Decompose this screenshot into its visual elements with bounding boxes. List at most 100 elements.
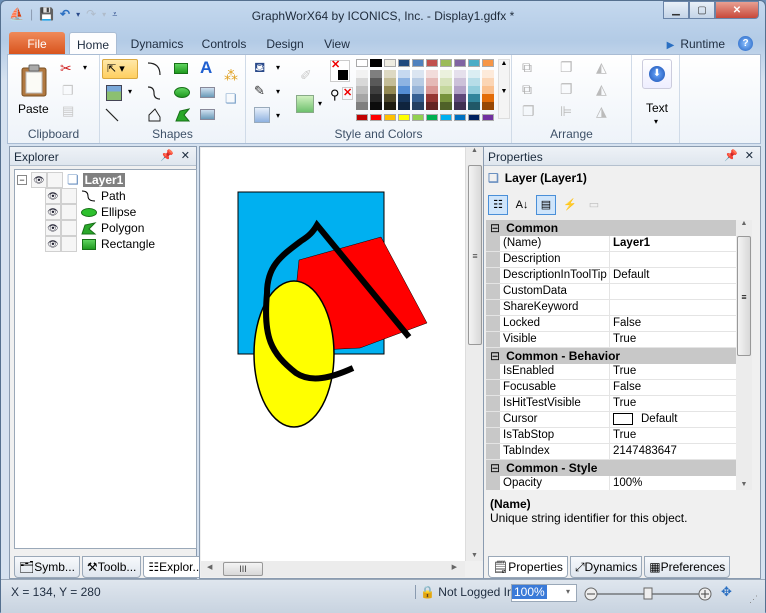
palette-swatch[interactable] bbox=[482, 86, 494, 94]
events-icon[interactable]: ⚡ bbox=[560, 195, 580, 215]
tree-item[interactable]: 👁 Rectangle bbox=[45, 236, 155, 252]
palette-swatch[interactable] bbox=[468, 78, 480, 86]
no-color-icon[interactable]: ✕ bbox=[342, 87, 354, 100]
send-backward-icon[interactable]: ❐ bbox=[560, 81, 573, 98]
tab-view[interactable]: View bbox=[319, 32, 355, 54]
zoom-combobox[interactable]: 100% ▾ bbox=[511, 584, 577, 602]
scroll-left-icon[interactable]: ◀ bbox=[207, 563, 212, 571]
zoom-dropdown-icon[interactable]: ▾ bbox=[564, 587, 572, 596]
palette-swatch[interactable] bbox=[384, 78, 396, 86]
palette-swatch[interactable] bbox=[426, 114, 438, 121]
fit-to-window-icon[interactable]: ✥ bbox=[721, 584, 732, 600]
property-row[interactable]: Visible True bbox=[486, 332, 738, 348]
palette-swatch[interactable] bbox=[454, 78, 466, 86]
ellipse-tool-icon[interactable] bbox=[174, 87, 190, 98]
palette-swatch[interactable] bbox=[482, 114, 494, 121]
tree-item[interactable]: 👁 Polygon bbox=[45, 220, 144, 236]
text-dropdown-icon[interactable]: ▾ bbox=[654, 117, 658, 126]
components-icon[interactable]: ⁂ bbox=[224, 67, 238, 84]
cut-dropdown-icon[interactable]: ▾ bbox=[83, 63, 87, 72]
select-tool-button[interactable]: ⇱ ▾ bbox=[102, 59, 138, 79]
tab-properties[interactable]: 🗒Properties bbox=[488, 556, 568, 578]
scroll-thumb[interactable]: ≡ bbox=[737, 236, 751, 356]
scroll-up-icon[interactable]: ▲ bbox=[466, 147, 483, 154]
line-tool-icon[interactable] bbox=[104, 107, 120, 123]
palette-swatch[interactable] bbox=[384, 86, 396, 94]
palette-swatch[interactable] bbox=[426, 86, 438, 94]
arc-tool-icon[interactable] bbox=[146, 61, 162, 77]
property-value[interactable]: False bbox=[610, 316, 738, 331]
lock-toggle[interactable] bbox=[61, 220, 77, 236]
symbol-tool-icon[interactable] bbox=[106, 85, 122, 101]
property-row[interactable]: ShareKeyword bbox=[486, 300, 738, 316]
palette-scrollbar[interactable]: ▲ ▼ bbox=[498, 59, 510, 119]
visibility-eye-icon[interactable]: 👁 bbox=[45, 204, 61, 220]
text-dropdown-button[interactable]: ⬇ bbox=[642, 59, 672, 89]
palette-swatch[interactable] bbox=[384, 102, 396, 110]
property-value[interactable]: Default bbox=[610, 412, 738, 427]
palette-swatch[interactable] bbox=[370, 114, 382, 121]
copy-icon[interactable]: ❐ bbox=[62, 83, 74, 99]
lock-toggle[interactable] bbox=[61, 204, 77, 220]
palette-swatch[interactable] bbox=[370, 70, 382, 78]
property-value[interactable]: Default bbox=[610, 268, 738, 283]
property-grid-scrollbar[interactable]: ▲ ≡ ▼ bbox=[736, 220, 752, 490]
property-row[interactable]: TabIndex 2147483647 bbox=[486, 444, 738, 460]
palette-swatch[interactable] bbox=[384, 114, 396, 121]
palette-swatch[interactable] bbox=[398, 114, 410, 121]
palette-swatch[interactable] bbox=[412, 102, 424, 110]
categorized-icon[interactable]: ☷ bbox=[488, 195, 508, 215]
palette-swatch[interactable] bbox=[370, 86, 382, 94]
close-button[interactable]: ✕ bbox=[715, 1, 759, 19]
palette-swatch[interactable] bbox=[426, 59, 438, 67]
property-value[interactable] bbox=[610, 252, 738, 267]
palette-swatch[interactable] bbox=[468, 102, 480, 110]
text-tool-icon[interactable]: A bbox=[200, 58, 212, 78]
help-icon[interactable]: ? bbox=[738, 36, 753, 51]
symbol-dropdown-icon[interactable]: ▾ bbox=[128, 87, 132, 96]
palette-swatch[interactable] bbox=[454, 86, 466, 94]
palette-swatch[interactable] bbox=[412, 59, 424, 67]
palette-swatch[interactable] bbox=[412, 114, 424, 121]
tab-controls[interactable]: Controls bbox=[197, 32, 251, 54]
resize-grip-icon[interactable]: ⋰ bbox=[749, 594, 758, 605]
palette-swatch[interactable] bbox=[398, 70, 410, 78]
property-row[interactable]: Description bbox=[486, 252, 738, 268]
property-value[interactable]: Layer1 bbox=[610, 236, 738, 251]
canvas-vertical-scrollbar[interactable]: ▲ ≡ ▼ bbox=[465, 147, 483, 561]
property-category[interactable]: ⊟ Common - Behavior bbox=[486, 348, 738, 364]
tab-explorer[interactable]: ☷Explor... bbox=[143, 556, 208, 578]
drawing-canvas[interactable]: ▲ ≡ ▼ ◀ III ▶ bbox=[199, 146, 484, 579]
property-value[interactable]: 100% bbox=[610, 476, 738, 490]
fill-dropdown-icon[interactable]: ▾ bbox=[276, 63, 280, 72]
palette-swatch[interactable] bbox=[370, 59, 382, 67]
visibility-eye-icon[interactable]: 👁 bbox=[45, 236, 61, 252]
palette-swatch[interactable] bbox=[468, 59, 480, 67]
palette-swatch[interactable] bbox=[356, 78, 368, 86]
property-pages-icon[interactable]: ▭ bbox=[584, 195, 604, 215]
palette-swatch[interactable] bbox=[468, 70, 480, 78]
palette-swatch[interactable] bbox=[440, 86, 452, 94]
palette-swatch[interactable] bbox=[440, 102, 452, 110]
palette-swatch[interactable] bbox=[454, 114, 466, 121]
tab-home[interactable]: Home bbox=[69, 32, 117, 54]
property-row[interactable]: CustomData bbox=[486, 284, 738, 300]
palette-swatch[interactable] bbox=[426, 94, 438, 102]
palette-swatch[interactable] bbox=[370, 102, 382, 110]
fill-bucket-icon[interactable]: ⛾ bbox=[254, 59, 265, 78]
visibility-eye-icon[interactable]: 👁 bbox=[45, 188, 61, 204]
palette-swatch[interactable] bbox=[454, 102, 466, 110]
palette-swatch[interactable] bbox=[426, 70, 438, 78]
eyedropper-icon[interactable]: ⚲ bbox=[330, 87, 340, 103]
palette-swatch[interactable] bbox=[440, 94, 452, 102]
tree-item-layer[interactable]: − 👁 ❏ Layer1 bbox=[17, 172, 126, 188]
palette-swatch[interactable] bbox=[384, 70, 396, 78]
palette-swatch[interactable] bbox=[356, 86, 368, 94]
palette-swatch[interactable] bbox=[468, 94, 480, 102]
palette-swatch[interactable] bbox=[482, 94, 494, 102]
palette-swatch[interactable] bbox=[440, 59, 452, 67]
apply-style-dropdown-icon[interactable]: ▾ bbox=[318, 99, 322, 108]
scroll-down-icon[interactable]: ▼ bbox=[466, 552, 483, 559]
property-value[interactable]: True bbox=[610, 428, 738, 443]
tab-file[interactable]: File bbox=[9, 32, 65, 54]
